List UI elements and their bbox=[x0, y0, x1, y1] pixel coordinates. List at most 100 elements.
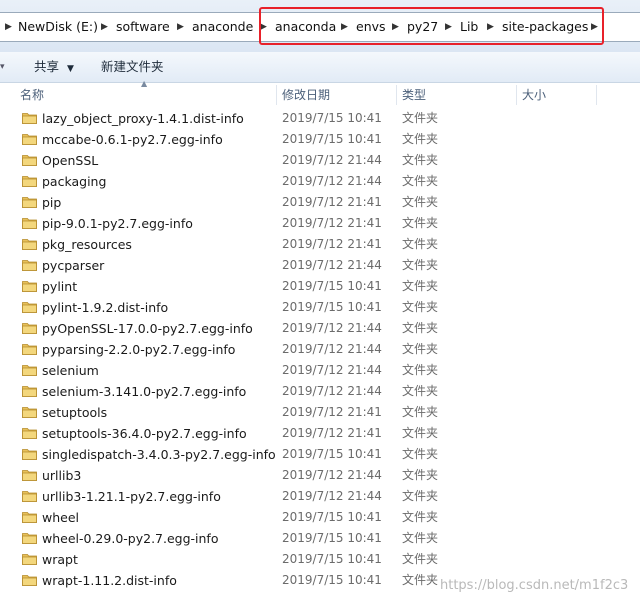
file-row[interactable]: mccabe-0.6.1-py2.7.egg-info 2019/7/15 10:… bbox=[0, 129, 640, 150]
file-name: pip-9.0.1-py2.7.egg-info bbox=[42, 216, 193, 231]
file-name: lazy_object_proxy-1.4.1.dist-info bbox=[42, 111, 244, 126]
file-type: 文件夹 bbox=[402, 342, 439, 356]
breadcrumb-item-anaconde[interactable]: anaconde bbox=[192, 13, 253, 41]
folder-icon bbox=[22, 133, 37, 145]
file-date: 2019/7/12 21:44 bbox=[282, 489, 382, 503]
file-name: wheel bbox=[42, 510, 79, 525]
chevron-right-icon[interactable]: ▶ bbox=[177, 13, 184, 41]
file-row[interactable]: pyOpenSSL-17.0.0-py2.7.egg-info 2019/7/12… bbox=[0, 318, 640, 339]
chevron-right-icon[interactable]: ▶ bbox=[5, 13, 12, 41]
file-date: 2019/7/12 21:41 bbox=[282, 426, 382, 440]
file-name: singledispatch-3.4.0.3-py2.7.egg-info bbox=[42, 447, 276, 462]
file-type: 文件夹 bbox=[402, 111, 439, 125]
file-date: 2019/7/15 10:41 bbox=[282, 531, 382, 545]
file-date: 2019/7/15 10:41 bbox=[282, 510, 382, 524]
file-date: 2019/7/15 10:41 bbox=[282, 447, 382, 461]
file-name: packaging bbox=[42, 174, 107, 189]
file-date: 2019/7/12 21:44 bbox=[282, 468, 382, 482]
file-date: 2019/7/12 21:44 bbox=[282, 321, 382, 335]
column-type[interactable]: 类型 bbox=[402, 83, 426, 107]
file-type: 文件夹 bbox=[402, 195, 439, 209]
file-name: wheel-0.29.0-py2.7.egg-info bbox=[42, 531, 219, 546]
file-row[interactable]: OpenSSL 2019/7/12 21:44 文件夹 bbox=[0, 150, 640, 171]
file-row[interactable]: selenium-3.141.0-py2.7.egg-info 2019/7/12… bbox=[0, 381, 640, 402]
file-row[interactable]: setuptools-36.4.0-py2.7.egg-info 2019/7/1… bbox=[0, 423, 640, 444]
file-name: pylint-1.9.2.dist-info bbox=[42, 300, 169, 315]
folder-icon bbox=[22, 280, 37, 292]
file-type: 文件夹 bbox=[402, 405, 439, 419]
column-date[interactable]: 修改日期 bbox=[282, 83, 330, 107]
file-type: 文件夹 bbox=[402, 132, 439, 146]
file-date: 2019/7/12 21:44 bbox=[282, 258, 382, 272]
folder-icon bbox=[22, 259, 37, 271]
file-type: 文件夹 bbox=[402, 363, 439, 377]
folder-icon bbox=[22, 196, 37, 208]
file-name: wrapt-1.11.2.dist-info bbox=[42, 573, 177, 588]
folder-icon bbox=[22, 511, 37, 523]
folder-icon bbox=[22, 154, 37, 166]
folder-icon bbox=[22, 553, 37, 565]
column-size[interactable]: 大小 bbox=[522, 83, 546, 107]
file-name: pkg_resources bbox=[42, 237, 132, 252]
file-row[interactable]: lazy_object_proxy-1.4.1.dist-info 2019/7/… bbox=[0, 108, 640, 129]
file-type: 文件夹 bbox=[402, 510, 439, 524]
breadcrumb-item-software[interactable]: software bbox=[116, 13, 170, 41]
file-name: wrapt bbox=[42, 552, 78, 567]
file-type: 文件夹 bbox=[402, 321, 439, 335]
file-name: pycparser bbox=[42, 258, 105, 273]
file-type: 文件夹 bbox=[402, 468, 439, 482]
file-type: 文件夹 bbox=[402, 258, 439, 272]
file-type: 文件夹 bbox=[402, 216, 439, 230]
file-row[interactable]: selenium 2019/7/12 21:44 文件夹 bbox=[0, 360, 640, 381]
column-divider[interactable] bbox=[516, 85, 517, 105]
folder-icon bbox=[22, 385, 37, 397]
file-date: 2019/7/12 21:41 bbox=[282, 405, 382, 419]
column-divider[interactable] bbox=[396, 85, 397, 105]
highlight-box bbox=[259, 7, 604, 45]
file-name: pylint bbox=[42, 279, 78, 294]
new-folder-button[interactable]: 新建文件夹 bbox=[101, 52, 164, 82]
folder-icon bbox=[22, 469, 37, 481]
file-date: 2019/7/12 21:41 bbox=[282, 237, 382, 251]
file-type: 文件夹 bbox=[402, 174, 439, 188]
folder-icon bbox=[22, 364, 37, 376]
file-row[interactable]: pkg_resources 2019/7/12 21:41 文件夹 bbox=[0, 234, 640, 255]
file-type: 文件夹 bbox=[402, 489, 439, 503]
breadcrumb-item-newdisk[interactable]: NewDisk (E:) bbox=[18, 13, 98, 41]
file-row[interactable]: pylint-1.9.2.dist-info 2019/7/15 10:41 文件夹 bbox=[0, 297, 640, 318]
file-row[interactable]: wrapt 2019/7/15 10:41 文件夹 bbox=[0, 549, 640, 570]
column-name[interactable]: 名称 bbox=[20, 83, 44, 107]
chevron-right-icon[interactable]: ▶ bbox=[101, 13, 108, 41]
file-type: 文件夹 bbox=[402, 384, 439, 398]
file-date: 2019/7/12 21:44 bbox=[282, 363, 382, 377]
file-date: 2019/7/12 21:41 bbox=[282, 195, 382, 209]
file-row[interactable]: pylint 2019/7/15 10:41 文件夹 bbox=[0, 276, 640, 297]
column-divider[interactable] bbox=[596, 85, 597, 105]
file-row[interactable]: singledispatch-3.4.0.3-py2.7.egg-info 201… bbox=[0, 444, 640, 465]
file-row[interactable]: urllib3-1.21.1-py2.7.egg-info 2019/7/12 2… bbox=[0, 486, 640, 507]
file-name: pyparsing-2.2.0-py2.7.egg-info bbox=[42, 342, 236, 357]
file-row[interactable]: setuptools 2019/7/12 21:41 文件夹 bbox=[0, 402, 640, 423]
file-date: 2019/7/15 10:41 bbox=[282, 279, 382, 293]
share-button[interactable]: 共享 ▼ bbox=[34, 52, 74, 82]
dropdown-arrow-icon[interactable]: ▾ bbox=[0, 52, 5, 82]
file-date: 2019/7/15 10:41 bbox=[282, 132, 382, 146]
file-name: pyOpenSSL-17.0.0-py2.7.egg-info bbox=[42, 321, 253, 336]
column-divider[interactable] bbox=[276, 85, 277, 105]
file-row[interactable]: urllib3 2019/7/12 21:44 文件夹 bbox=[0, 465, 640, 486]
file-name: mccabe-0.6.1-py2.7.egg-info bbox=[42, 132, 223, 147]
file-row[interactable]: pip-9.0.1-py2.7.egg-info 2019/7/12 21:41 文… bbox=[0, 213, 640, 234]
folder-icon bbox=[22, 427, 37, 439]
file-row[interactable]: pip 2019/7/12 21:41 文件夹 bbox=[0, 192, 640, 213]
file-row[interactable]: pycparser 2019/7/12 21:44 文件夹 bbox=[0, 255, 640, 276]
file-date: 2019/7/15 10:41 bbox=[282, 573, 382, 587]
file-row[interactable]: wheel 2019/7/15 10:41 文件夹 bbox=[0, 507, 640, 528]
file-row[interactable]: pyparsing-2.2.0-py2.7.egg-info 2019/7/12 … bbox=[0, 339, 640, 360]
file-name: setuptools-36.4.0-py2.7.egg-info bbox=[42, 426, 247, 441]
share-label: 共享 bbox=[34, 59, 60, 74]
file-row[interactable]: packaging 2019/7/12 21:44 文件夹 bbox=[0, 171, 640, 192]
file-date: 2019/7/12 21:44 bbox=[282, 342, 382, 356]
folder-icon bbox=[22, 490, 37, 502]
file-name: urllib3 bbox=[42, 468, 82, 483]
file-row[interactable]: wheel-0.29.0-py2.7.egg-info 2019/7/15 10:… bbox=[0, 528, 640, 549]
